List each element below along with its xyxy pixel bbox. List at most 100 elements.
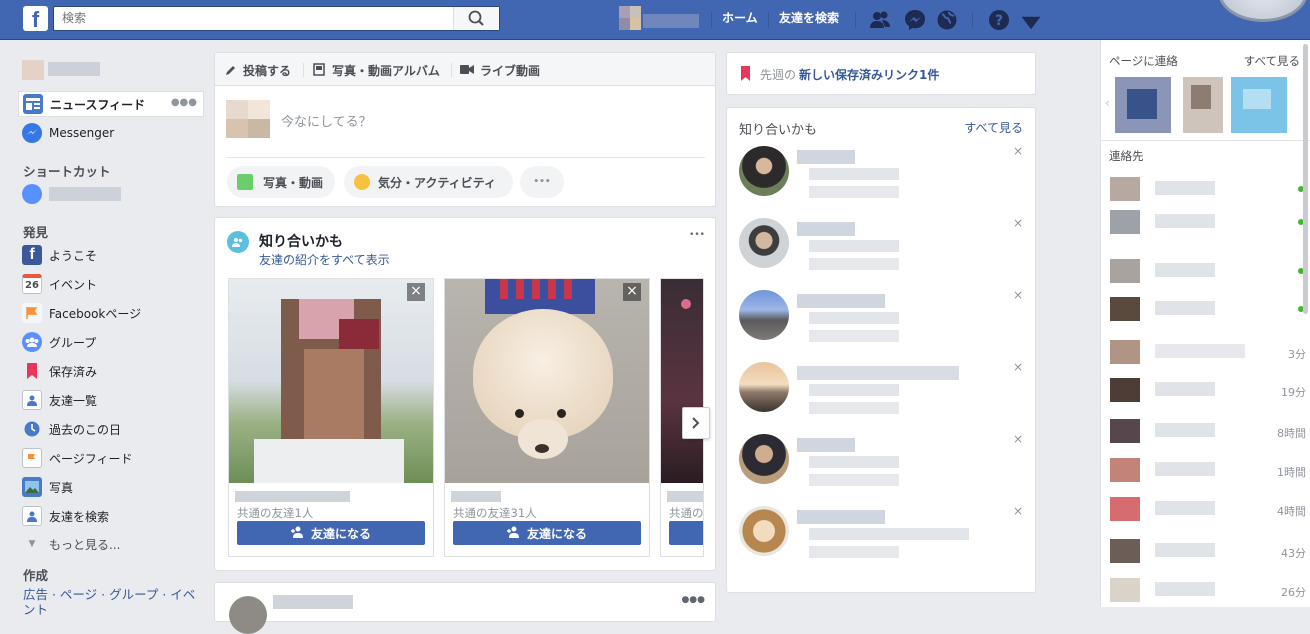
suggested-person[interactable] xyxy=(739,434,1019,494)
create-links-continued[interactable]: ント xyxy=(23,599,48,618)
chat-sidebar: ページに連絡 すべて見る ‹ 連絡先 xyxy=(1100,40,1310,607)
find-friends-link[interactable]: 友達を検索 xyxy=(779,9,839,26)
friend-lists-label: 友達一覧 xyxy=(49,393,98,408)
create-links[interactable]: 広告 · ページ · グループ · イベ xyxy=(23,584,195,603)
add-friend-button[interactable]: 友達になる xyxy=(453,521,641,545)
sidebar-item-saved[interactable]: 保存済み xyxy=(18,358,204,384)
bookmark-icon xyxy=(22,361,42,381)
contact-row[interactable]: 43分 xyxy=(1110,539,1306,563)
last-active-time: 26分 xyxy=(1281,586,1306,599)
contact-row[interactable]: 19分 xyxy=(1110,378,1306,402)
sidebar-item-page-feed[interactable]: ページフィード xyxy=(18,445,204,471)
chat-scrollbar[interactable] xyxy=(1303,44,1308,314)
messenger-icon[interactable] xyxy=(904,9,926,31)
help-icon[interactable]: ? xyxy=(988,9,1010,31)
post-options-icon[interactable]: ●●● xyxy=(681,595,705,605)
shortcut-label-redacted xyxy=(49,187,121,201)
page-avatar[interactable] xyxy=(1231,77,1287,133)
friend-requests-icon[interactable] xyxy=(869,9,891,31)
sidebar-item-events[interactable]: 26 イベント xyxy=(18,271,204,297)
card-options-icon[interactable]: ••• xyxy=(689,230,705,240)
add-friend-button[interactable] xyxy=(669,521,703,545)
saved-prefix: 先週の xyxy=(760,68,797,82)
contact-row[interactable]: 3分 xyxy=(1110,340,1306,364)
contact-row[interactable]: 8時間 xyxy=(1110,419,1306,443)
composer-input[interactable]: 今なにしてる？ xyxy=(281,111,372,130)
suggestion-photo[interactable] xyxy=(445,279,649,483)
facebook-logo-icon[interactable]: f xyxy=(23,6,48,32)
chevron-left-icon[interactable]: ‹ xyxy=(1105,96,1110,110)
dismiss-suggestion-close-icon[interactable]: × xyxy=(407,283,425,301)
more-options-button[interactable]: ••• xyxy=(520,166,564,198)
profile-avatar[interactable] xyxy=(619,6,701,30)
sidebar-item-messenger[interactable]: Messenger xyxy=(18,120,204,146)
contact-row[interactable] xyxy=(1110,297,1306,321)
see-all-link[interactable]: すべて見る xyxy=(964,119,1023,136)
home-link[interactable]: ホーム xyxy=(722,9,758,26)
contact-row[interactable]: 4時間 xyxy=(1110,497,1306,521)
sidebar-item-photos[interactable]: 写真 xyxy=(18,474,204,500)
suggestion-photo[interactable] xyxy=(661,279,703,483)
news-feed-options-icon[interactable]: ●●● xyxy=(171,97,197,108)
sidebar-item-friend-lists[interactable]: 友達一覧 xyxy=(18,387,204,413)
sidebar-see-more[interactable]: ▼ もっと見る... xyxy=(18,531,204,557)
add-friend-button[interactable]: 友達になる xyxy=(237,521,425,545)
tab-post[interactable]: 投稿する xyxy=(243,62,291,79)
last-active-time: 1時間 xyxy=(1277,466,1306,479)
page-avatar[interactable] xyxy=(1183,77,1223,133)
sidebar-item-shortcut-group[interactable] xyxy=(18,181,204,207)
sidebar-item-welcome[interactable]: f ようこそ xyxy=(18,242,204,268)
saved-links-card[interactable]: 先週の 新しい保存済みリンク1件 xyxy=(726,52,1036,95)
mutual-friends-text: 共通の xyxy=(669,506,704,520)
sidebar-item-groups[interactable]: グループ xyxy=(18,329,204,355)
divider xyxy=(768,12,769,28)
tab-photo-album[interactable]: 写真・動画アルバム xyxy=(332,62,440,79)
dismiss-close-icon[interactable]: × xyxy=(1013,144,1023,158)
news-feed-label: ニュースフィード xyxy=(50,97,146,112)
dismiss-close-icon[interactable]: × xyxy=(1013,360,1023,374)
sidebar-item-pages[interactable]: Facebookページ xyxy=(18,300,204,326)
saved-link-count[interactable]: 新しい保存済みリンク1件 xyxy=(799,66,939,83)
page-avatar[interactable] xyxy=(1115,77,1171,133)
account-menu-chevron-down-icon[interactable] xyxy=(1020,12,1042,34)
dismiss-close-icon[interactable]: × xyxy=(1013,504,1023,518)
dismiss-close-icon[interactable]: × xyxy=(1013,432,1023,446)
contact-row[interactable] xyxy=(1110,177,1306,201)
photo-video-button[interactable]: 写真・動画 xyxy=(227,166,335,198)
feeling-activity-button[interactable]: 気分・アクティビティ xyxy=(344,166,513,198)
person-avatar xyxy=(739,218,789,268)
contact-row[interactable] xyxy=(1110,210,1306,234)
see-all-suggestions-link[interactable]: 友達の紹介をすべて表示 xyxy=(259,251,390,268)
dismiss-close-icon[interactable]: × xyxy=(1013,288,1023,302)
sidebar-item-on-this-day[interactable]: 過去のこの日 xyxy=(18,416,204,442)
last-active-time: 8時間 xyxy=(1277,427,1306,440)
suggested-person[interactable] xyxy=(739,146,1019,206)
person-avatar xyxy=(739,434,789,484)
smiley-icon xyxy=(354,174,370,190)
live-video-icon xyxy=(460,65,474,74)
profile-link[interactable] xyxy=(18,60,100,80)
sidebar-item-find-friends[interactable]: 友達を検索 xyxy=(18,503,204,529)
suggested-person[interactable] xyxy=(739,362,1019,422)
dismiss-suggestion-close-icon[interactable]: × xyxy=(623,283,641,301)
clock-widget-icon xyxy=(1218,0,1308,22)
dismiss-close-icon[interactable]: × xyxy=(1013,216,1023,230)
suggestion-card: × 共通の友達31人 友達になる xyxy=(444,278,650,557)
create-heading: 作成 xyxy=(23,568,49,583)
suggested-person[interactable] xyxy=(739,506,1019,566)
tab-live-video[interactable]: ライブ動画 xyxy=(480,62,540,79)
search-input[interactable] xyxy=(54,7,449,29)
see-all-pages-link[interactable]: すべて見る xyxy=(1244,53,1300,69)
contact-row[interactable] xyxy=(1110,259,1306,283)
sidebar-item-news-feed[interactable]: ニュースフィード ●●● xyxy=(18,91,204,117)
suggested-person[interactable] xyxy=(739,218,1019,278)
notifications-globe-icon[interactable] xyxy=(936,9,958,31)
suggestion-photo[interactable] xyxy=(229,279,433,483)
search-button[interactable] xyxy=(453,7,499,30)
contact-row[interactable]: 1時間 xyxy=(1110,458,1306,482)
find-friends-label: 友達を検索 xyxy=(49,509,110,524)
suggested-person[interactable] xyxy=(739,290,1019,350)
next-chevron-right-icon[interactable] xyxy=(682,407,710,439)
pages-contact-heading: ページに連絡 xyxy=(1109,54,1178,68)
contact-row[interactable]: 26分 xyxy=(1110,578,1306,602)
